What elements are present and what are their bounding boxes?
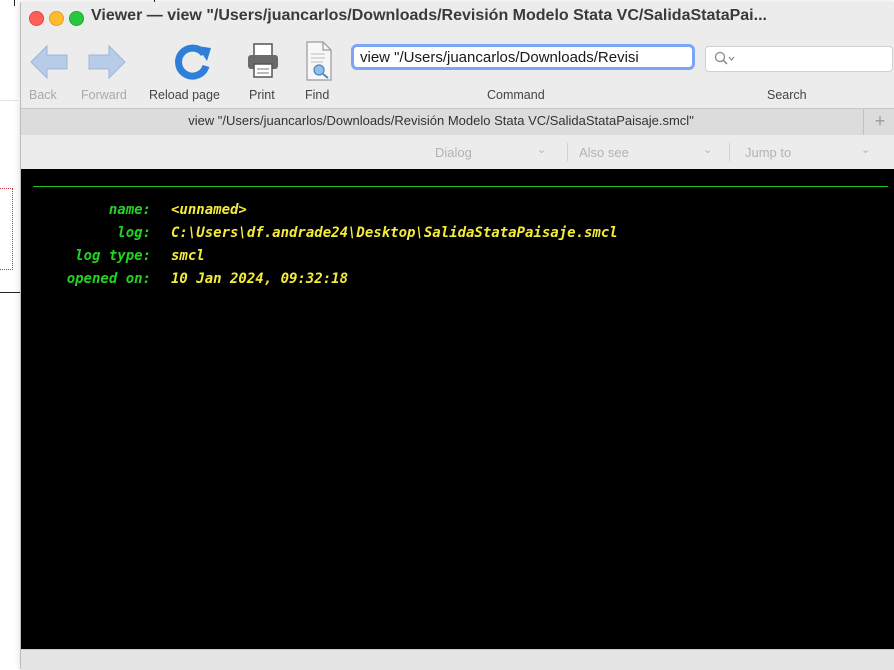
status-bar xyxy=(21,649,894,670)
command-label: Command xyxy=(487,88,545,102)
log-separator-rule xyxy=(33,186,888,187)
close-window-button[interactable] xyxy=(29,11,44,26)
nav-divider xyxy=(567,143,568,161)
find-document-icon xyxy=(306,41,332,81)
tab-document[interactable]: view "/Users/juancarlos/Downloads/Revisi… xyxy=(21,113,861,128)
background-divider xyxy=(0,100,18,101)
reload-icon xyxy=(175,44,211,80)
title-bar: Viewer — view "/Users/juancarlos/Downloa… xyxy=(21,2,894,30)
log-value: <unnamed> xyxy=(171,202,247,218)
find-button[interactable] xyxy=(303,40,335,86)
log-key: opened on: xyxy=(66,271,151,287)
log-value: C:\Users\df.andrade24\Desktop\SalidaStat… xyxy=(171,225,618,241)
chevron-down-icon: ⌄ xyxy=(861,144,871,156)
nav-divider xyxy=(729,143,730,161)
background-divider xyxy=(0,292,22,293)
document-tab-bar: view "/Users/juancarlos/Downloads/Revisi… xyxy=(21,108,894,136)
search-input[interactable] xyxy=(705,46,893,72)
viewer-window: Viewer — view "/Users/juancarlos/Downloa… xyxy=(20,2,894,670)
dialog-dropdown[interactable]: Dialog xyxy=(435,145,472,160)
log-output-pane: name: <unnamed> log: C:\Users\df.andrade… xyxy=(21,169,894,649)
zoom-window-button[interactable] xyxy=(69,11,84,26)
print-button[interactable] xyxy=(245,42,281,86)
forward-arrow-icon xyxy=(88,44,126,80)
search-icon xyxy=(714,51,735,65)
log-value: smcl xyxy=(171,248,205,264)
viewer-nav-bar: Dialog ⌄ Also see ⌄ Jump to ⌄ xyxy=(21,135,894,169)
back-arrow-icon xyxy=(30,44,68,80)
add-tab-button[interactable]: + xyxy=(863,109,894,135)
background-dotted-frame xyxy=(0,188,13,270)
reload-button[interactable] xyxy=(171,40,215,86)
jump-to-dropdown[interactable]: Jump to xyxy=(745,145,791,160)
reload-label: Reload page xyxy=(149,88,220,102)
log-key: name: xyxy=(108,202,151,218)
minimize-window-button[interactable] xyxy=(49,11,64,26)
toolbar: Back Forward Reload page Print Find view… xyxy=(21,30,894,108)
find-label: Find xyxy=(305,88,330,102)
back-label: Back xyxy=(29,88,57,102)
search-label: Search xyxy=(767,88,807,102)
log-key: log type: xyxy=(75,248,151,264)
chevron-down-icon: ⌄ xyxy=(537,144,547,156)
window-title: Viewer — view "/Users/juancarlos/Downloa… xyxy=(91,7,767,24)
log-key: log: xyxy=(117,225,151,241)
log-value: 10 Jan 2024, 09:32:18 xyxy=(171,271,349,287)
also-see-dropdown[interactable]: Also see xyxy=(579,145,629,160)
printer-icon xyxy=(248,43,278,78)
chevron-down-icon: ⌄ xyxy=(703,144,713,156)
command-input[interactable] xyxy=(351,44,695,70)
forward-label: Forward xyxy=(81,88,127,102)
print-label: Print xyxy=(249,88,275,102)
background-tick xyxy=(14,0,15,6)
